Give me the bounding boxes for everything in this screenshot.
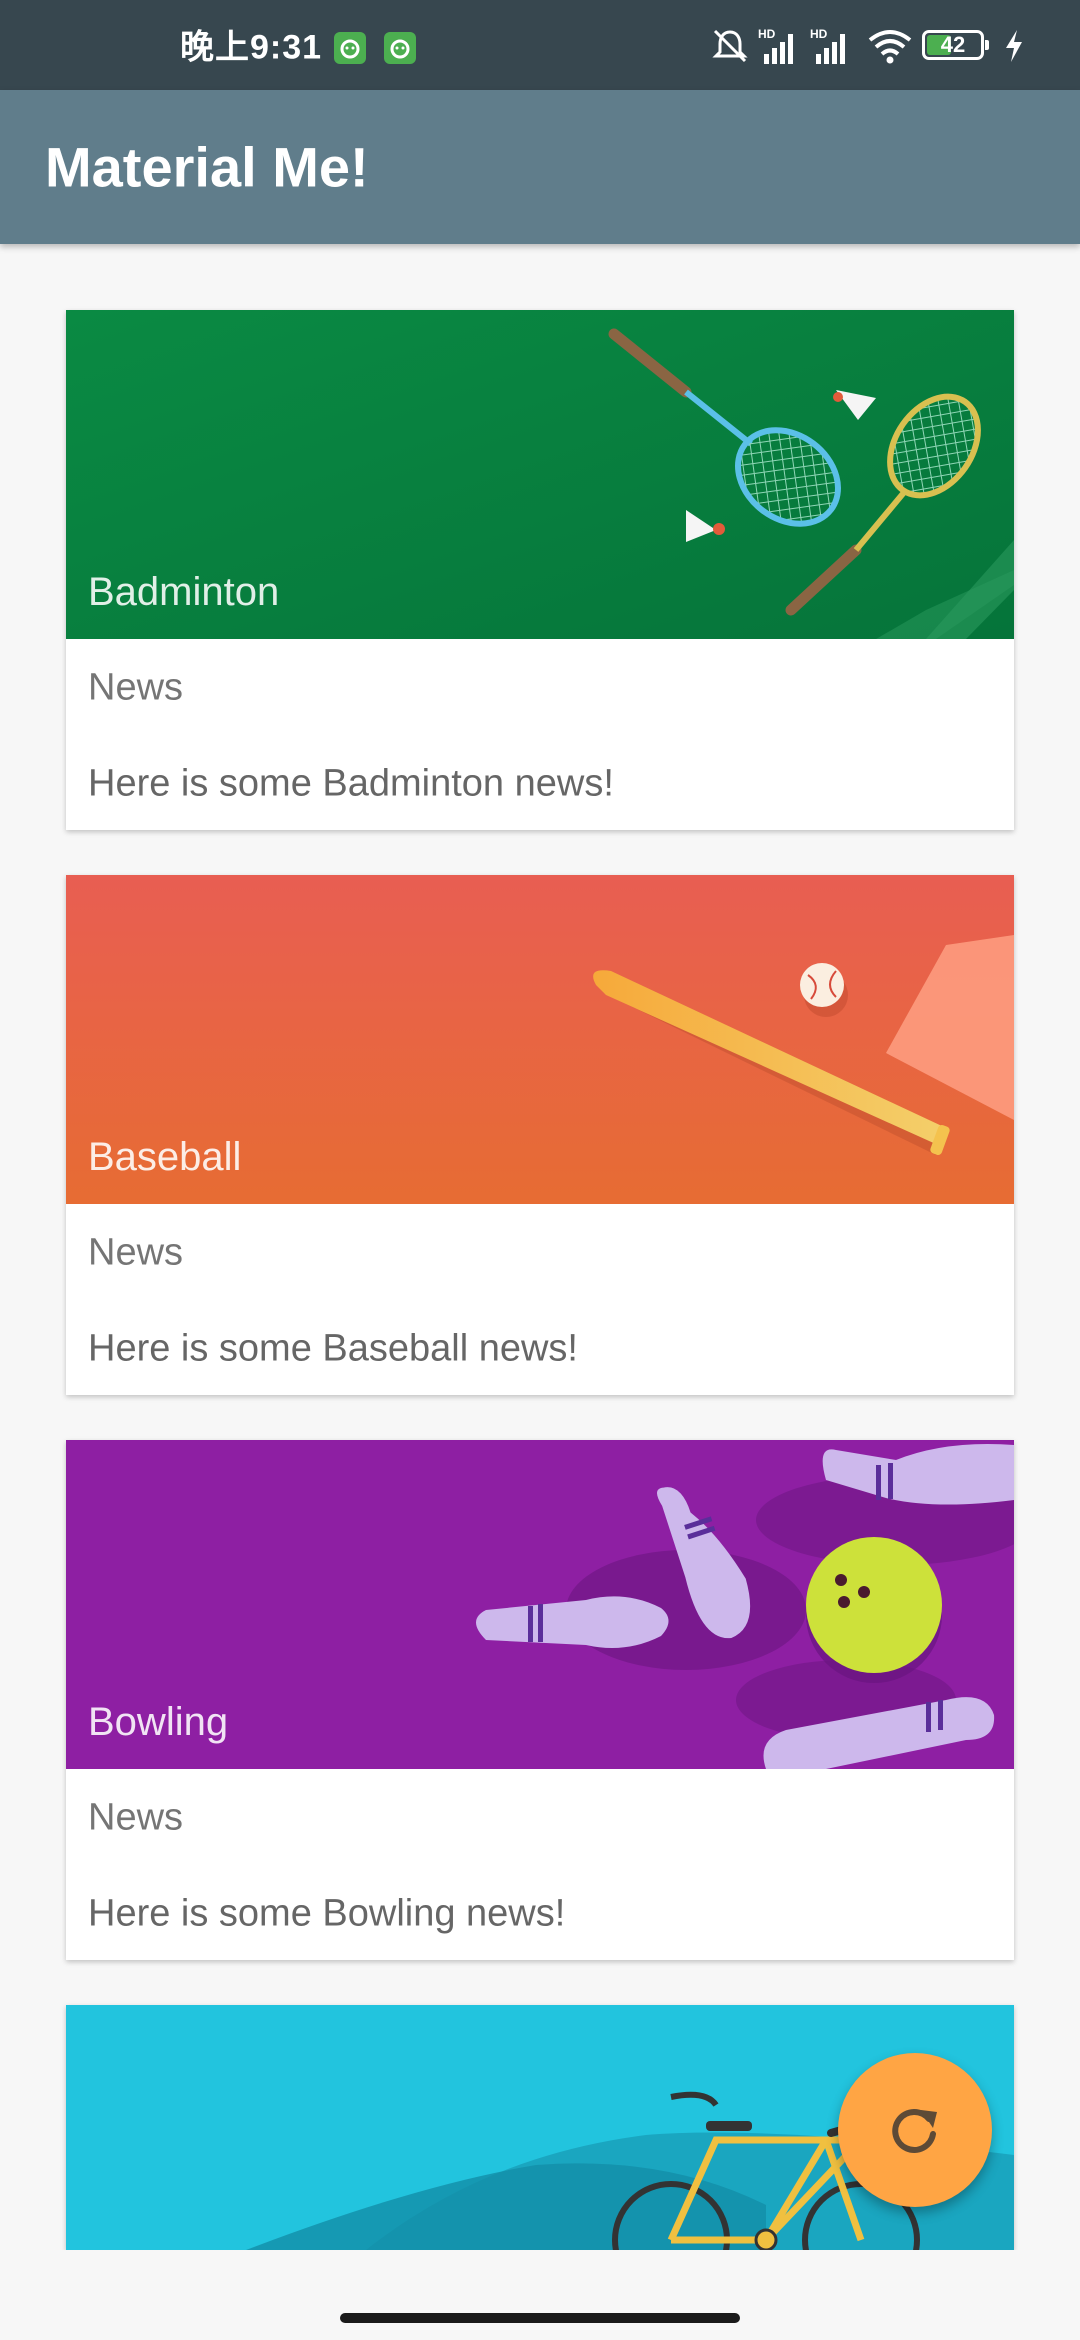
app-bar: Material Me! bbox=[0, 90, 1080, 244]
navigation-bar bbox=[0, 2250, 1080, 2340]
refresh-icon bbox=[892, 2108, 937, 2153]
battery-icon: 42 bbox=[922, 30, 989, 60]
home-indicator[interactable] bbox=[340, 2313, 740, 2323]
app-badge-icon bbox=[334, 32, 366, 64]
sport-card-bowling[interactable]: Bowling News Here is some Bowling news! bbox=[66, 1440, 1014, 1960]
wifi-icon bbox=[868, 30, 912, 64]
card-subtitle: News bbox=[88, 1796, 184, 1839]
sport-image-bowling: Bowling bbox=[66, 1440, 1014, 1769]
app-badge-icon bbox=[384, 32, 416, 64]
svg-text:HD: HD bbox=[810, 27, 828, 41]
card-title: Bowling bbox=[88, 1700, 229, 1744]
card-info: Here is some Badminton news! bbox=[88, 762, 614, 805]
status-time: 晚上9:31 bbox=[180, 28, 323, 67]
card-title: Baseball bbox=[88, 1135, 242, 1179]
card-info: Here is some Bowling news! bbox=[88, 1892, 566, 1935]
mute-icon bbox=[712, 29, 748, 63]
card-subtitle: News bbox=[88, 1231, 184, 1274]
battery-level: 42 bbox=[940, 32, 966, 57]
signal-hd-icon: HD bbox=[810, 27, 845, 64]
app-title: Material Me! bbox=[45, 135, 369, 199]
sport-image-badminton: Badminton bbox=[66, 310, 1014, 639]
charging-icon bbox=[1006, 30, 1022, 62]
sport-card-baseball[interactable]: Baseball News Here is some Baseball news… bbox=[66, 875, 1014, 1395]
status-icons: HD HD 42 bbox=[710, 26, 1040, 66]
refresh-fab[interactable] bbox=[838, 2053, 992, 2207]
status-bar: 晚上9:31 HD HD 42 bbox=[0, 0, 1080, 90]
card-info: Here is some Baseball news! bbox=[88, 1327, 578, 1370]
sport-card-badminton[interactable]: Badminton News Here is some Badminton ne… bbox=[66, 310, 1014, 830]
card-title: Badminton bbox=[88, 570, 280, 614]
signal-hd-icon: HD bbox=[758, 27, 793, 64]
svg-text:HD: HD bbox=[758, 27, 776, 41]
sport-image-baseball: Baseball bbox=[66, 875, 1014, 1204]
card-subtitle: News bbox=[88, 666, 184, 709]
